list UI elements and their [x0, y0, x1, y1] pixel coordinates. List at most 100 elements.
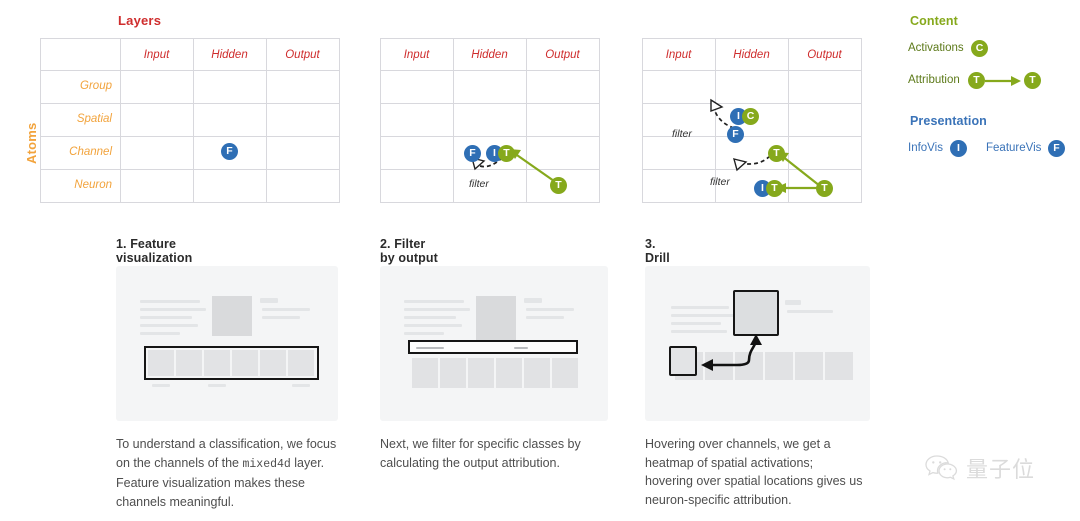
panel-2-filter-bar	[408, 340, 578, 354]
grid-line	[642, 70, 862, 71]
legend-infovis-label: InfoVis	[908, 142, 943, 154]
grid-line	[40, 169, 340, 170]
row-header-neuron: Neuron	[74, 179, 112, 191]
grid-line	[642, 202, 862, 203]
mock-text-line	[404, 324, 462, 327]
mock-text-line	[292, 384, 310, 387]
panel-3-figure	[645, 266, 870, 421]
mock-channel-thumb	[765, 352, 793, 380]
legend-featurevis-label: FeatureVis	[986, 142, 1042, 154]
mock-text-line	[785, 300, 801, 305]
watermark-text: 量子位	[966, 458, 1036, 483]
mock-text-line	[787, 310, 833, 313]
grid-line	[642, 169, 862, 170]
matrix-2-connectors	[471, 149, 555, 182]
mock-input-image	[212, 296, 252, 336]
mock-channel-thumb	[524, 358, 550, 388]
panel-1-caption-mono: mixed4d	[242, 457, 291, 471]
grid-line	[40, 38, 340, 39]
mock-text-line	[140, 332, 180, 335]
grid-line	[526, 38, 527, 203]
mock-channel-thumb	[552, 358, 578, 388]
filter-label-upper: filter	[672, 128, 692, 140]
mock-text-line	[671, 306, 729, 309]
badge-featurevis: F	[1048, 140, 1065, 157]
mock-text-line	[404, 316, 456, 319]
mock-channel-thumb	[412, 358, 438, 388]
legend-presentation-heading: Presentation	[910, 114, 987, 128]
grid-line	[642, 103, 862, 104]
panel-1-figure	[116, 266, 338, 421]
grid-line	[40, 103, 340, 104]
badge-attribution-to: T	[1024, 72, 1041, 89]
mock-text-line	[404, 308, 470, 311]
legend-content-heading: Content	[910, 14, 958, 28]
badge-attribution-hidden: T	[768, 145, 785, 162]
mock-channel-thumb	[795, 352, 823, 380]
badge-attribution-output: T	[816, 180, 833, 197]
column-header-input: Input	[403, 49, 430, 61]
column-header-output: Output	[807, 49, 842, 61]
mock-text-line	[671, 314, 735, 317]
column-header-input: Input	[665, 49, 692, 61]
grid-line	[40, 136, 340, 137]
mock-text-line	[208, 384, 226, 387]
grid-line	[642, 38, 643, 203]
mock-text-line	[526, 316, 564, 319]
matrix-2: Input Hidden Output F I T T filter	[380, 38, 600, 203]
badge-featurevis: F	[464, 145, 481, 162]
panel-1-highlight-box	[144, 346, 319, 380]
legend-activations-label: Activations	[908, 42, 964, 54]
mock-text-line	[140, 300, 200, 303]
legend-attribution-arrow	[985, 76, 1021, 86]
badge-activations: C	[742, 108, 759, 125]
panel-3-caption-part1: Hovering over channels, we get a heatmap…	[645, 437, 863, 507]
grid-line	[266, 38, 267, 203]
column-header-input: Input	[143, 49, 170, 61]
column-header-hidden: Hidden	[211, 49, 248, 61]
grid-line	[380, 70, 600, 71]
row-header-spatial: Spatial	[76, 113, 112, 125]
grid-line	[380, 136, 600, 137]
mock-text-line	[526, 308, 574, 311]
mock-text-line	[152, 384, 170, 387]
panel-2-figure	[380, 266, 608, 421]
filter-label: filter	[469, 178, 489, 190]
mock-text-line	[514, 347, 528, 349]
grid-line	[120, 38, 121, 203]
mock-text-line	[140, 308, 206, 311]
grid-line	[453, 38, 454, 203]
mock-text-line	[140, 324, 198, 327]
matrix-3: Input Hidden Output I C F T I T T filter…	[642, 38, 862, 203]
column-header-hidden: Hidden	[471, 49, 508, 61]
mock-channel-thumb	[496, 358, 522, 388]
row-header-group: Group	[80, 80, 112, 92]
mock-text-line	[671, 330, 727, 333]
grid-line	[380, 202, 600, 203]
column-header-hidden: Hidden	[733, 49, 770, 61]
mock-text-line	[524, 298, 542, 303]
mock-text-line	[404, 300, 464, 303]
mock-text-line	[671, 322, 721, 325]
mock-text-line	[140, 316, 192, 319]
badge-attribution-from: T	[968, 72, 985, 89]
column-header-output: Output	[285, 49, 320, 61]
badge-featurevis: F	[727, 126, 744, 143]
badge-attribution-hidden: T	[498, 145, 515, 162]
watermark: 量子位	[925, 452, 1035, 484]
badge-featurevis: F	[221, 143, 238, 160]
legend-attribution-label: Attribution	[908, 74, 960, 86]
grid-line	[642, 38, 862, 39]
grid-line	[193, 38, 194, 203]
panel-3-caption: Hovering over channels, we get a heatmap…	[645, 435, 863, 509]
panel-1-caption: To understand a classification, we focus…	[116, 435, 341, 511]
mock-text-line	[416, 347, 444, 349]
poster-root: Layers Atoms Input Hidden Output Group S…	[0, 0, 1080, 521]
filter-label-lower: filter	[710, 176, 730, 188]
panel-3-neuron-box	[669, 346, 697, 376]
badge-activations: C	[971, 40, 988, 57]
grid-line	[599, 38, 600, 203]
mock-channel-thumb	[440, 358, 466, 388]
wechat-icon	[925, 455, 958, 481]
matrix-1: Input Hidden Output Group Spatial Channe…	[40, 38, 340, 203]
